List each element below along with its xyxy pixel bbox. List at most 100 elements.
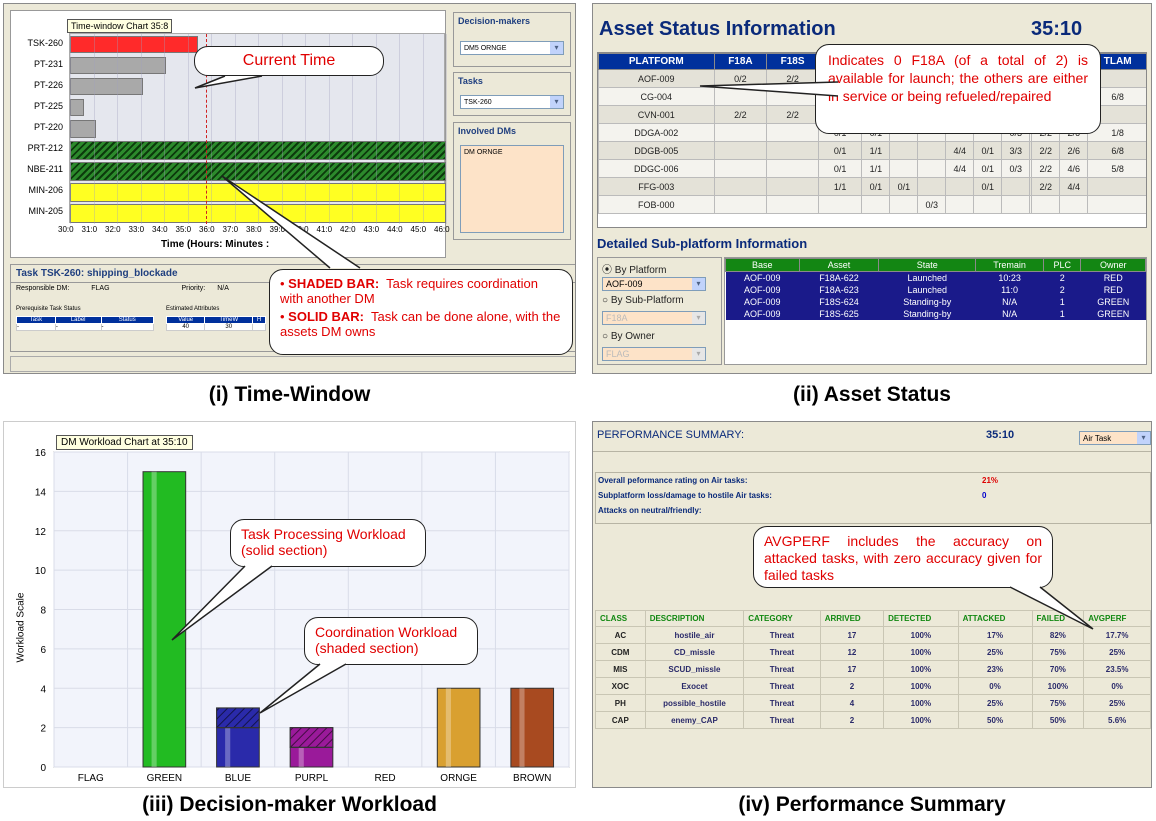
perf-cell: 17.7% [1083, 626, 1151, 644]
task-type-select[interactable]: Air Task ▾ [1079, 431, 1151, 445]
table-row[interactable]: PH possible_hostile Threat 4 100% 25% 75% 25% [595, 694, 1151, 712]
asset-cell: 2/6 [1059, 141, 1089, 160]
asset-cell [1001, 195, 1031, 214]
table-row[interactable]: FFG-003 1/1 0/1 0/1 0/1 2/2 4/4 [598, 177, 1146, 196]
chevron-down-icon: ▾ [692, 348, 705, 360]
platform-select[interactable]: AOF-009 ▾ [602, 277, 706, 291]
task-bar[interactable] [70, 78, 143, 96]
detail-cell: N/A [975, 307, 1044, 320]
solid-bar-note: • SOLID BAR: Task can be done alone, wit… [280, 309, 561, 339]
dm-select[interactable]: DM5 ORNGE ▾ [460, 41, 564, 55]
task-bar[interactable] [70, 99, 85, 117]
asset-cell [945, 195, 975, 214]
radio-by-subplatform[interactable]: ○ By Sub-Platform [602, 295, 684, 306]
grid-line [117, 34, 118, 224]
chevron-down-icon: ▾ [692, 312, 705, 324]
y-tick-label: 16 [35, 448, 47, 459]
tasks-header: Tasks [458, 76, 483, 86]
asset-cell: 0/3 [917, 195, 947, 214]
task-bar[interactable] [70, 57, 167, 75]
asset-cell [1087, 195, 1146, 214]
x-tick-label: 46:0 [434, 225, 450, 234]
detail-cell: AOF-009 [725, 295, 800, 308]
callout-f18a: Indicates 0 F18A (of a total of 2) is av… [815, 44, 1101, 134]
perf-cell: 17 [819, 660, 885, 678]
perf-cell: Exocet [644, 677, 745, 695]
table-row[interactable]: AC hostile_air Threat 17 100% 17% 82% 17.7% [595, 626, 1151, 644]
perf-cell: 100% [883, 711, 959, 729]
perf-table-wrap: CLASS DESCRIPTION CATEGORY ARRIVED DETECTED A… [595, 610, 1151, 729]
table-row[interactable]: MIS SCUD_missle Threat 17 100% 23% 70% 23.5% [595, 660, 1151, 678]
detail-cell: GREEN [1080, 295, 1146, 308]
grid-line [422, 34, 424, 224]
priority-value: N/A [217, 285, 229, 292]
bar-highlight [298, 747, 304, 767]
perf-cell: 17% [957, 626, 1033, 644]
radio-selected-icon: ⦿ [602, 265, 612, 276]
callout-avgperf-text: AVGPERF includes the accuracy on attacke… [764, 533, 1042, 583]
table-row[interactable]: AOF-009 F18S-624 Standing-by N/A 1 GREEN [725, 295, 1146, 308]
perf-cell: enemy_CAP [644, 711, 745, 729]
detail-cell: F18A-623 [799, 283, 879, 296]
perf-cell: Threat [743, 626, 821, 644]
radio-by-platform[interactable]: ⦿ By Platform [602, 261, 666, 276]
perf-cell: 23% [957, 660, 1033, 678]
table-row[interactable]: AOF-009 F18S-625 Standing-by N/A 1 GREEN [725, 307, 1146, 320]
involved-list[interactable]: DM ORNGE [460, 145, 564, 233]
table-row[interactable]: AOF-009 F18A-623 Launched 11:0 2 RED [725, 283, 1146, 296]
tasks-select[interactable]: TSK-260 ▾ [460, 95, 564, 109]
solid-key: SOLID BAR: [288, 309, 365, 324]
callout-avgperf: AVGPERF includes the accuracy on attacke… [753, 526, 1053, 588]
asset-cell [713, 159, 768, 178]
table-row[interactable]: CDM CD_missle Threat 12 100% 25% 75% 25% [595, 643, 1151, 661]
detail-cell: AOF-009 [725, 271, 800, 284]
workload-panel: 0 2 4 6 8 10 12 14 16 FLAG GREEN BLUE PURPL RED ORNGE B… [3, 421, 576, 788]
perf-cell: 0% [957, 677, 1033, 695]
asset-cell: FFG-003 [598, 177, 715, 196]
table-row[interactable]: XOC Exocet Threat 2 100% 0% 100% 0% [595, 677, 1151, 695]
perf-cell: 17 [819, 626, 885, 644]
asset-cell: 2/2 [713, 105, 768, 124]
asset-cell [766, 195, 819, 214]
task-label: PT-220 [33, 122, 63, 132]
est-table: Value TimeW H 40 30 [165, 316, 266, 331]
bar-solid-blue [216, 727, 260, 768]
table-row[interactable]: AOF-009 F18A-622 Launched 10:23 2 RED [725, 271, 1146, 284]
perf-time: 35:10 [986, 429, 1015, 441]
bar-solid-ornge [436, 687, 481, 768]
radio-by-owner[interactable]: ○ By Owner [602, 331, 655, 342]
owner-select[interactable]: FLAG ▾ [602, 347, 706, 361]
table-row[interactable]: DDGC-006 0/1 1/1 4/4 0/1 0/3 2/2 4/6 5/8 [598, 159, 1146, 178]
task-bar[interactable] [70, 36, 199, 54]
perf-cell: 25% [957, 694, 1033, 712]
performance-panel: PERFORMANCE SUMMARY: 35:10 Air Task ▾ Ov… [592, 421, 1152, 788]
asset-cell [889, 141, 919, 160]
perf-col-header: CLASS [595, 610, 646, 627]
table-row[interactable]: FOB-000 0/3 [598, 195, 1146, 214]
prereq-cell: - [54, 323, 102, 331]
perf-title: PERFORMANCE SUMMARY: [597, 429, 745, 441]
perf-cell: CAP [595, 711, 646, 729]
perf-cell: 75% [1031, 694, 1085, 712]
y-tick-label: 10 [35, 566, 47, 577]
asset-cell: 0/1 [889, 177, 919, 196]
task-label: MIN-205 [28, 206, 63, 217]
table-row[interactable]: CAP enemy_CAP Threat 2 100% 50% 50% 5.6% [595, 711, 1151, 729]
perf-cell: Threat [743, 660, 821, 678]
table-row[interactable]: DDGB-005 0/1 1/1 4/4 0/1 3/3 2/2 2/6 6/8 [598, 141, 1146, 160]
perf-table: CLASS DESCRIPTION CATEGORY ARRIVED DETECTED A… [595, 610, 1151, 729]
asset-cell [713, 177, 768, 196]
asset-cell: 2/2 [766, 105, 819, 124]
subplatform-select[interactable]: F18A ▾ [602, 311, 706, 325]
bar-highlight [519, 688, 525, 767]
x-tick-label: 39:0 [269, 225, 286, 234]
asset-cell [861, 195, 891, 214]
task-label: TSK-260 [27, 37, 63, 48]
asset-cell [1031, 195, 1061, 214]
x-tick-label: 42:0 [340, 225, 356, 234]
perf-cell: XOC [595, 677, 646, 695]
est-col-timew: TimeW [204, 316, 254, 324]
perf-cell: 2 [819, 677, 885, 695]
task-bar[interactable] [70, 120, 96, 138]
x-tick-label: FLAG [78, 773, 104, 784]
